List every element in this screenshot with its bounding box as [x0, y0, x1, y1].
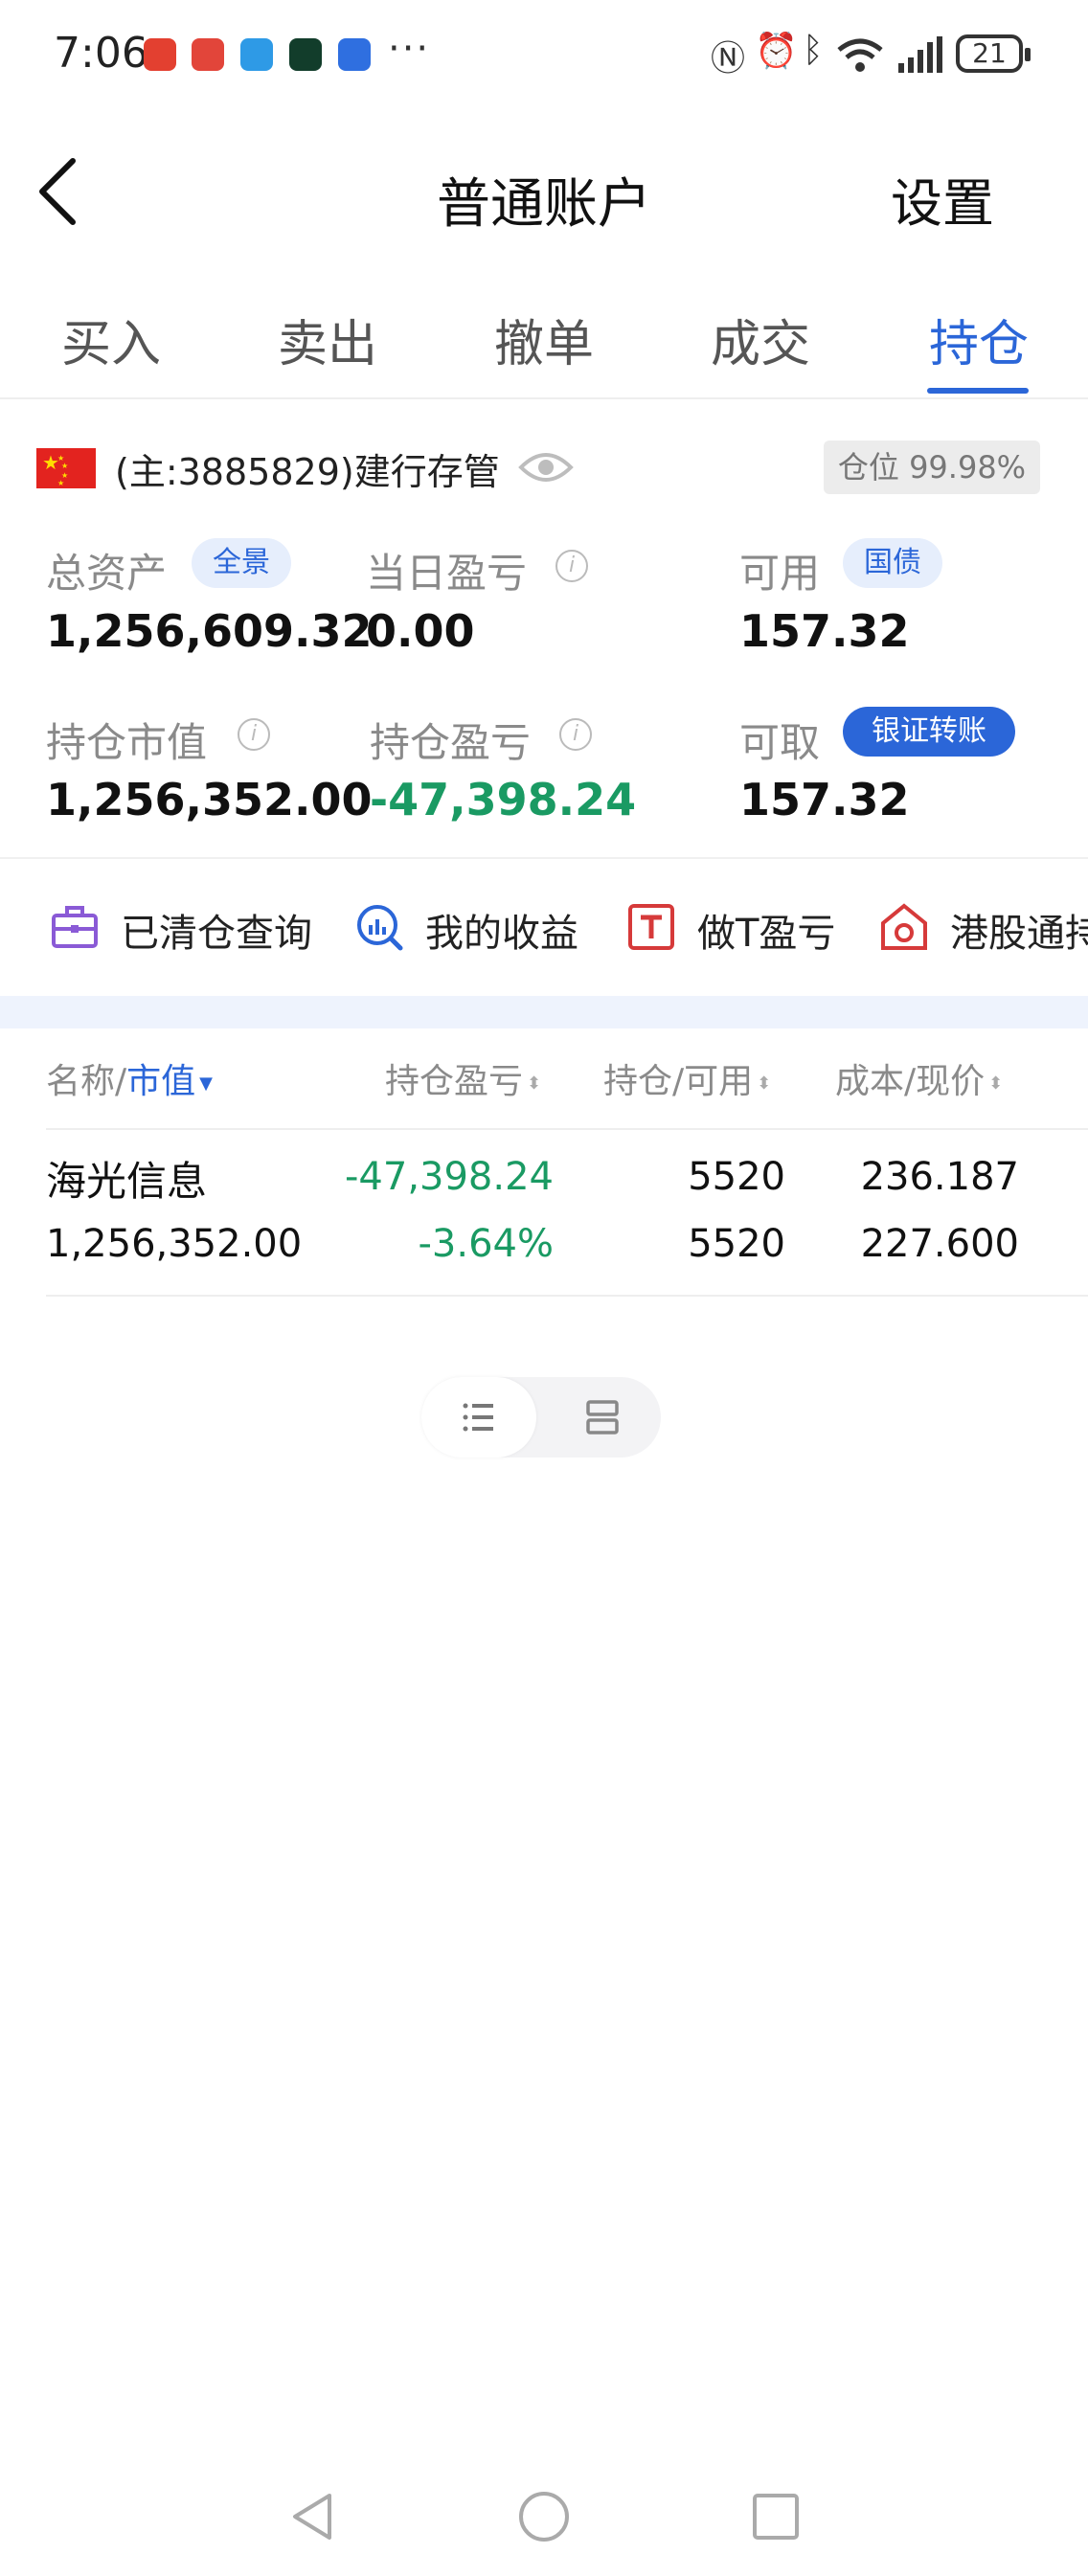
- hk-flower-icon: [881, 903, 927, 950]
- position-pnl-info-icon[interactable]: i: [559, 718, 592, 751]
- app-icon-5: [338, 38, 371, 71]
- col-pnl-label: 持仓盈亏: [385, 1062, 524, 1101]
- quick-action-label: 港股通持: [950, 912, 1088, 956]
- col-cost-label: 成本/现价: [835, 1062, 986, 1101]
- wifi-icon: [837, 38, 883, 72]
- list-view-icon: [463, 1403, 493, 1432]
- panorama-badge[interactable]: 全景: [192, 538, 291, 588]
- app-icon-1: [144, 38, 176, 71]
- sort-icon: ⬍: [988, 1073, 1004, 1094]
- hk-connect-holdings[interactable]: 港股通持: [879, 900, 1088, 958]
- col-name-market-value[interactable]: 名称/市值 ▼: [46, 1053, 213, 1103]
- settings-button[interactable]: 设置: [891, 161, 994, 237]
- position-pnl-value: -47,398.24: [370, 774, 637, 825]
- section-divider: [0, 857, 1088, 859]
- app-icon-3: [240, 38, 273, 71]
- col-name-label: 名称/: [46, 1062, 127, 1101]
- daily-pnl-value: 0.00: [366, 605, 475, 657]
- more-notifications-icon: ···: [388, 27, 431, 71]
- daily-pnl-info-icon[interactable]: i: [555, 550, 588, 582]
- total-assets-label: 总资产: [46, 550, 168, 597]
- market-value-value: 1,256,352.00: [46, 774, 373, 825]
- nfc-icon: Ⓝ: [711, 39, 746, 79]
- table-row[interactable]: 海光信息 1,256,352.00 -47,398.24 -3.64% 5520…: [0, 1130, 1088, 1295]
- tab-sell[interactable]: 卖出: [278, 304, 377, 375]
- total-assets-value: 1,256,609.32: [46, 605, 373, 657]
- cleared-positions-query[interactable]: 已清仓查询: [50, 900, 328, 958]
- my-earnings[interactable]: 我的收益: [354, 900, 584, 958]
- col-cost-price[interactable]: 成本/现价 ⬍: [835, 1053, 1003, 1103]
- market-value-info-icon[interactable]: i: [238, 718, 270, 751]
- bank-transfer-button[interactable]: 银证转账: [843, 707, 1015, 757]
- col-position-available[interactable]: 持仓/可用 ⬍: [603, 1053, 771, 1103]
- quick-action-label: 我的收益: [425, 912, 578, 956]
- available-label: 可用: [739, 550, 821, 597]
- tab-buy[interactable]: 买入: [61, 304, 161, 375]
- stock-name: 海光信息: [46, 1158, 208, 1205]
- tab-deals[interactable]: 成交: [711, 304, 810, 375]
- col-qty-label: 持仓/可用: [603, 1062, 754, 1101]
- trade-tabs: 买入 卖出 撤单 成交 持仓: [0, 292, 1088, 399]
- stock-pnl-pct: -3.64%: [418, 1222, 554, 1266]
- nav-recents-icon[interactable]: [749, 2490, 803, 2543]
- stock-available: 5520: [688, 1222, 785, 1266]
- stock-price: 227.600: [860, 1222, 1019, 1266]
- stock-cost: 236.187: [860, 1155, 1019, 1199]
- withdrawable-value: 157.32: [739, 774, 910, 825]
- stock-market-value: 1,256,352.00: [46, 1222, 303, 1266]
- market-value-label: 持仓市值: [46, 719, 208, 766]
- status-time: 7:06: [54, 29, 148, 78]
- available-value: 157.32: [739, 605, 910, 657]
- section-gap: [0, 996, 1088, 1028]
- eye-icon[interactable]: [517, 446, 575, 488]
- quick-action-label: 做T盈亏: [697, 912, 836, 956]
- active-tab-indicator: [927, 388, 1029, 394]
- stock-position: 5520: [688, 1155, 785, 1199]
- card-view-icon[interactable]: [546, 1377, 661, 1457]
- position-ratio-badge: 仓位 99.98%: [824, 441, 1040, 494]
- sort-active-icon: ▼: [199, 1073, 213, 1094]
- bluetooth-icon: ᛒ: [803, 31, 824, 70]
- tab-positions[interactable]: 持仓: [929, 304, 1029, 375]
- account-name: (主:3885829)建行存管: [115, 451, 500, 493]
- signal-icon: [898, 36, 942, 73]
- app-icon-4: [289, 38, 322, 71]
- tab-cancel[interactable]: 撤单: [494, 304, 594, 375]
- china-flag-icon: ★ ★ ★ ★ ★: [36, 448, 96, 488]
- nav-home-icon[interactable]: [517, 2490, 571, 2543]
- view-toggle: [421, 1377, 661, 1457]
- sort-icon: ⬍: [757, 1073, 772, 1094]
- alarm-icon: ⏰: [755, 32, 798, 71]
- sort-icon: ⬍: [527, 1073, 542, 1094]
- status-bar: 7:06 ··· Ⓝ ⏰ ᛒ 21: [0, 0, 1088, 115]
- app-icon-2: [192, 38, 224, 71]
- daily-pnl-label: 当日盈亏: [366, 550, 528, 597]
- stock-pnl: -47,398.24: [344, 1155, 554, 1199]
- quick-action-label: 已清仓查询: [121, 912, 312, 956]
- row-divider: [46, 1295, 1088, 1297]
- t-box-icon: [628, 904, 674, 950]
- chart-search-icon: [357, 905, 403, 951]
- list-view-button[interactable]: [421, 1377, 536, 1457]
- position-pnl-label: 持仓盈亏: [370, 719, 532, 766]
- battery-icon: 21: [956, 34, 1031, 73]
- col-market-value-label: 市值: [126, 1062, 196, 1101]
- briefcase-icon: [52, 906, 98, 948]
- treasury-bond-badge[interactable]: 国债: [843, 538, 942, 588]
- nav-back-icon[interactable]: [285, 2490, 339, 2543]
- withdrawable-label: 可取: [739, 719, 821, 766]
- day-trade-pnl[interactable]: 做T盈亏: [626, 900, 847, 958]
- col-position-pnl[interactable]: 持仓盈亏 ⬍: [385, 1053, 541, 1103]
